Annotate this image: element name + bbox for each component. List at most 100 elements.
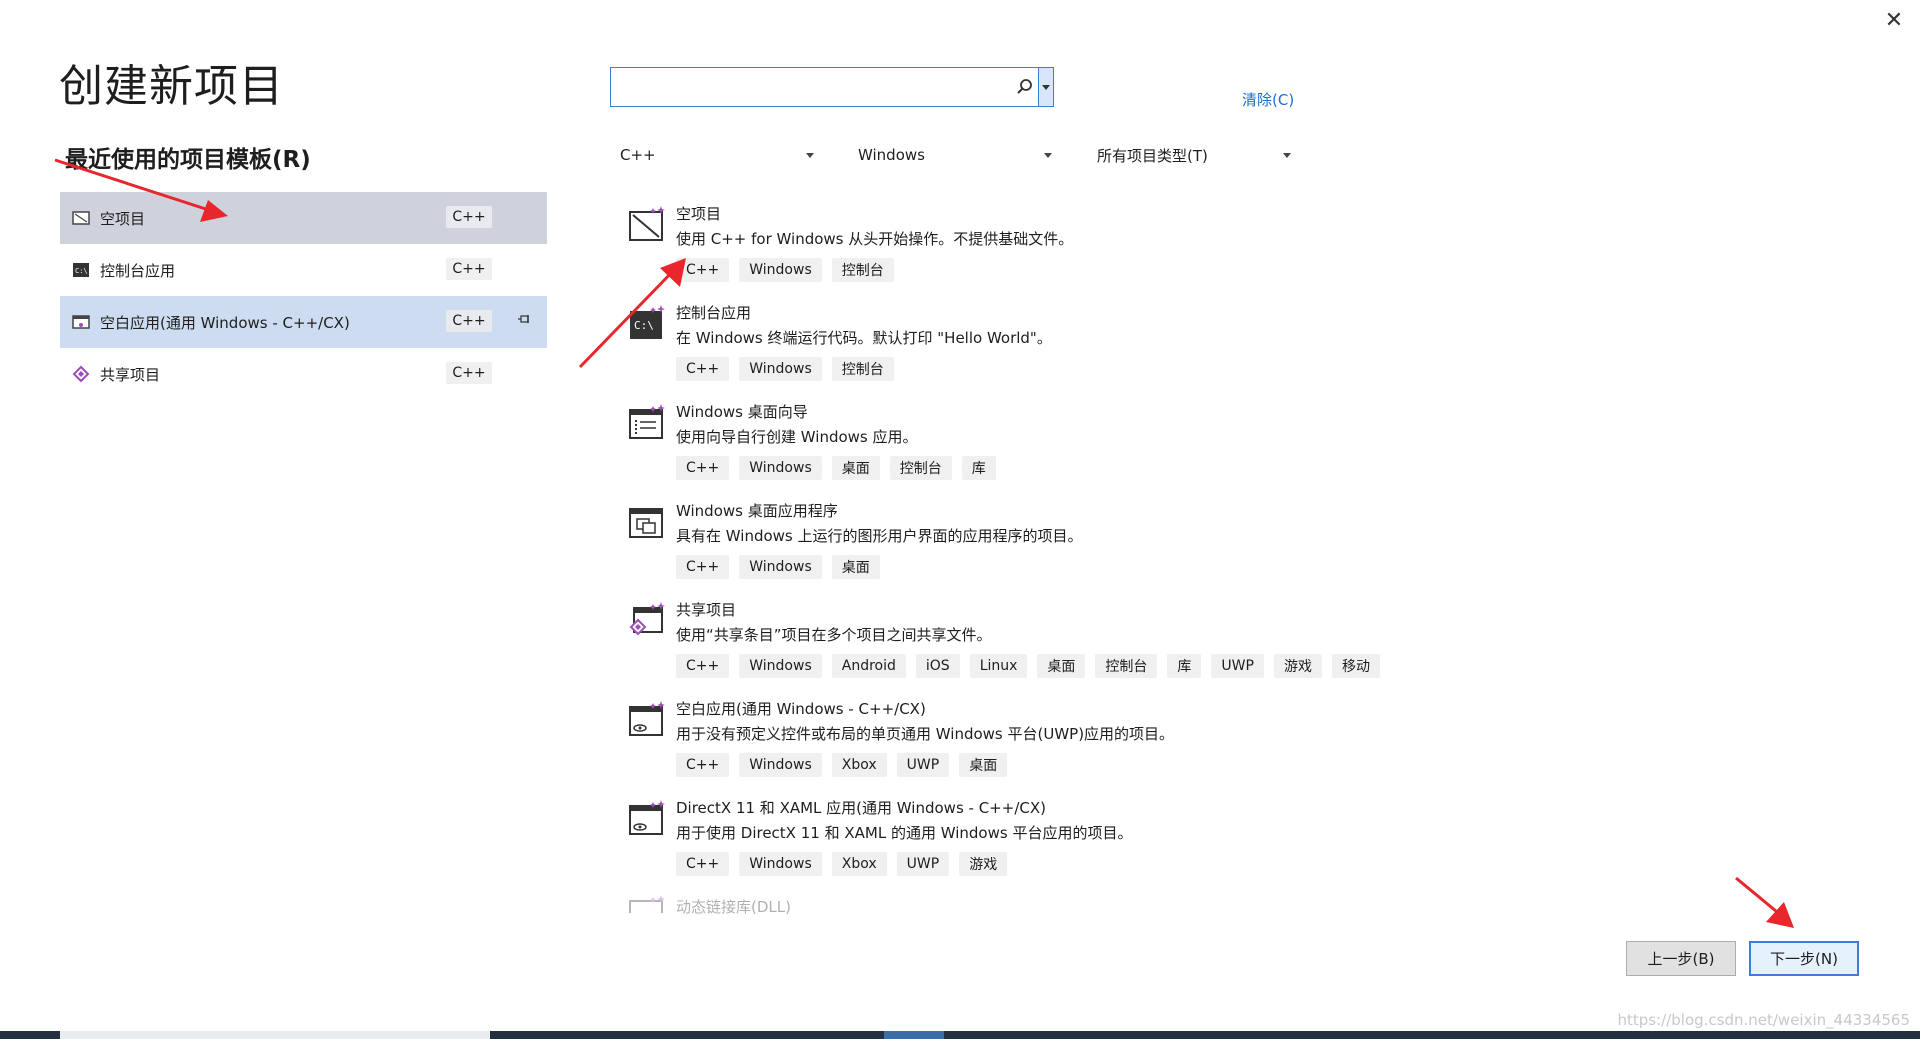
template-tag: Windows <box>739 456 822 480</box>
language-tag: C++ <box>446 310 492 332</box>
template-directx11-xaml-app[interactable]: DirectX 11 和 XAML 应用(通用 Windows - C++/CX… <box>620 792 1420 891</box>
template-tag: UWP <box>896 852 950 876</box>
template-name: 共享项目 <box>676 601 737 619</box>
template-tag: 移动 <box>1331 654 1380 678</box>
template-tag: 桌面 <box>831 456 880 480</box>
language-filter-dropdown[interactable]: C++ <box>620 142 814 168</box>
taskbar-active-app[interactable] <box>884 1031 944 1039</box>
template-description: 在 Windows 终端运行代码。默认打印 "Hello World"。 <box>676 329 1052 347</box>
template-tag: C++ <box>676 258 730 282</box>
desktop-app-icon <box>628 501 668 541</box>
template-name: DirectX 11 和 XAML 应用(通用 Windows - C++/CX… <box>676 799 1046 817</box>
search-options-dropdown[interactable] <box>1038 68 1053 106</box>
template-windows-desktop-wizard[interactable]: Windows 桌面向导 使用向导自行创建 Windows 应用。 C++ Wi… <box>620 396 1420 495</box>
arrow-to-next-button <box>1735 876 1794 928</box>
template-blank-app-uwp[interactable]: 空白应用(通用 Windows - C++/CX) 用于没有预定义控件或布局的单… <box>620 693 1420 792</box>
template-name: Windows 桌面应用程序 <box>676 502 838 520</box>
search-input[interactable] <box>611 68 1027 106</box>
template-tags: C++ Windows 控制台 <box>676 357 894 381</box>
template-windows-desktop-app[interactable]: Windows 桌面应用程序 具有在 Windows 上运行的图形用户界面的应用… <box>620 495 1420 594</box>
watermark: https://blog.csdn.net/weixin_44334565 <box>1617 1011 1910 1029</box>
console-app-icon: C:\ <box>628 303 668 343</box>
template-tag: 控制台 <box>831 258 894 282</box>
recent-item-shared-project[interactable]: 共享项目 C++ <box>60 348 547 400</box>
project-type-filter-value: 所有项目类型(T) <box>1097 146 1208 165</box>
recent-templates-heading: 最近使用的项目模板(R) <box>65 147 311 173</box>
template-tag: iOS <box>915 654 960 678</box>
template-tag: 桌面 <box>1037 654 1086 678</box>
template-tag: Windows <box>739 258 822 282</box>
recent-item-console-app[interactable]: C:\ 控制台应用 C++ <box>60 244 547 296</box>
template-tag: 控制台 <box>889 456 952 480</box>
desktop-wizard-icon <box>628 402 668 442</box>
template-tag: Android <box>831 654 906 678</box>
template-name: Windows 桌面向导 <box>676 403 808 421</box>
empty-project-icon <box>628 204 668 244</box>
shared-project-icon <box>628 600 668 640</box>
template-description: 使用“共享条目”项目在多个项目之间共享文件。 <box>676 626 992 644</box>
template-tags: C++ Windows 控制台 <box>676 258 894 282</box>
template-tag: Windows <box>739 753 822 777</box>
template-name: 控制台应用 <box>676 304 752 322</box>
template-description: 具有在 Windows 上运行的图形用户界面的应用程序的项目。 <box>676 527 1083 545</box>
template-shared-project[interactable]: 共享项目 使用“共享条目”项目在多个项目之间共享文件。 C++ Windows … <box>620 594 1420 693</box>
pin-icon[interactable] <box>518 313 532 328</box>
close-icon[interactable]: ✕ <box>1880 6 1908 34</box>
template-tag: 控制台 <box>1095 654 1158 678</box>
template-tag: C++ <box>676 852 730 876</box>
language-tag: C++ <box>446 206 492 228</box>
dll-icon <box>628 893 668 913</box>
template-empty-project[interactable]: 空项目 使用 C++ for Windows 从头开始操作。不提供基础文件。 C… <box>620 198 1420 297</box>
template-tags: C++ Windows Android iOS Linux 桌面 控制台 库 U… <box>676 654 1380 678</box>
template-search-box[interactable] <box>610 67 1054 107</box>
template-tag: 库 <box>1167 654 1202 678</box>
recent-item-blank-app-uwp[interactable]: 空白应用(通用 Windows - C++/CX) C++ <box>60 296 547 348</box>
language-filter-value: C++ <box>620 146 656 164</box>
taskbar-search[interactable] <box>60 1031 490 1039</box>
template-description: 用于使用 DirectX 11 和 XAML 的通用 Windows 平台应用的… <box>676 824 1133 842</box>
template-dll[interactable]: 动态链接库(DLL) <box>620 891 1420 921</box>
template-tag: C++ <box>676 654 730 678</box>
project-type-filter-dropdown[interactable]: 所有项目类型(T) <box>1097 142 1291 168</box>
template-tag: C++ <box>676 357 730 381</box>
clear-filters-link[interactable]: 清除(C) <box>1242 89 1294 110</box>
template-tag: Xbox <box>831 852 887 876</box>
back-button[interactable]: 上一步(B) <box>1626 941 1736 976</box>
template-name: 空项目 <box>676 205 722 223</box>
project-template-list: 空项目 使用 C++ for Windows 从头开始操作。不提供基础文件。 C… <box>620 198 1420 921</box>
shared-project-icon <box>72 365 90 383</box>
template-tag: 游戏 <box>1273 654 1322 678</box>
create-new-project-dialog: ✕ 创建新项目 最近使用的项目模板(R) 空项目 C++ C:\ 控制台应用 C… <box>0 0 1920 1039</box>
taskbar <box>0 1031 1920 1039</box>
platform-filter-dropdown[interactable]: Windows <box>858 142 1052 168</box>
template-tag: 库 <box>961 456 996 480</box>
recent-item-empty-project[interactable]: 空项目 C++ <box>60 192 547 244</box>
template-name: 空白应用(通用 Windows - C++/CX) <box>676 700 926 718</box>
template-tag: 桌面 <box>831 555 880 579</box>
template-name: 动态链接库(DLL) <box>676 898 791 916</box>
template-tag: 桌面 <box>959 753 1008 777</box>
chevron-down-icon <box>1044 150 1052 161</box>
svg-text:C:\: C:\ <box>75 267 88 275</box>
chevron-down-icon <box>1283 150 1291 161</box>
template-console-app[interactable]: C:\ 控制台应用 在 Windows 终端运行代码。默认打印 "Hello W… <box>620 297 1420 396</box>
template-tag: 游戏 <box>959 852 1008 876</box>
chevron-down-icon <box>806 150 814 161</box>
template-description: 用于没有预定义控件或布局的单页通用 Windows 平台(UWP)应用的项目。 <box>676 725 1175 743</box>
directx-app-icon <box>628 798 668 838</box>
template-tag: UWP <box>1211 654 1264 678</box>
console-app-icon: C:\ <box>72 261 90 279</box>
blank-app-icon <box>72 313 90 331</box>
next-button[interactable]: 下一步(N) <box>1749 941 1859 976</box>
language-tag: C++ <box>446 362 492 384</box>
template-tags: C++ Windows Xbox UWP 游戏 <box>676 852 1008 876</box>
template-tag: C++ <box>676 555 730 579</box>
template-tag: Linux <box>969 654 1028 678</box>
template-tag: UWP <box>896 753 950 777</box>
page-title: 创建新项目 <box>59 61 284 112</box>
template-tags: C++ Windows 桌面 控制台 库 <box>676 456 996 480</box>
template-description: 使用 C++ for Windows 从头开始操作。不提供基础文件。 <box>676 230 1074 248</box>
empty-project-icon <box>72 209 90 227</box>
template-tag: Windows <box>739 654 822 678</box>
search-icon[interactable] <box>1015 77 1035 97</box>
